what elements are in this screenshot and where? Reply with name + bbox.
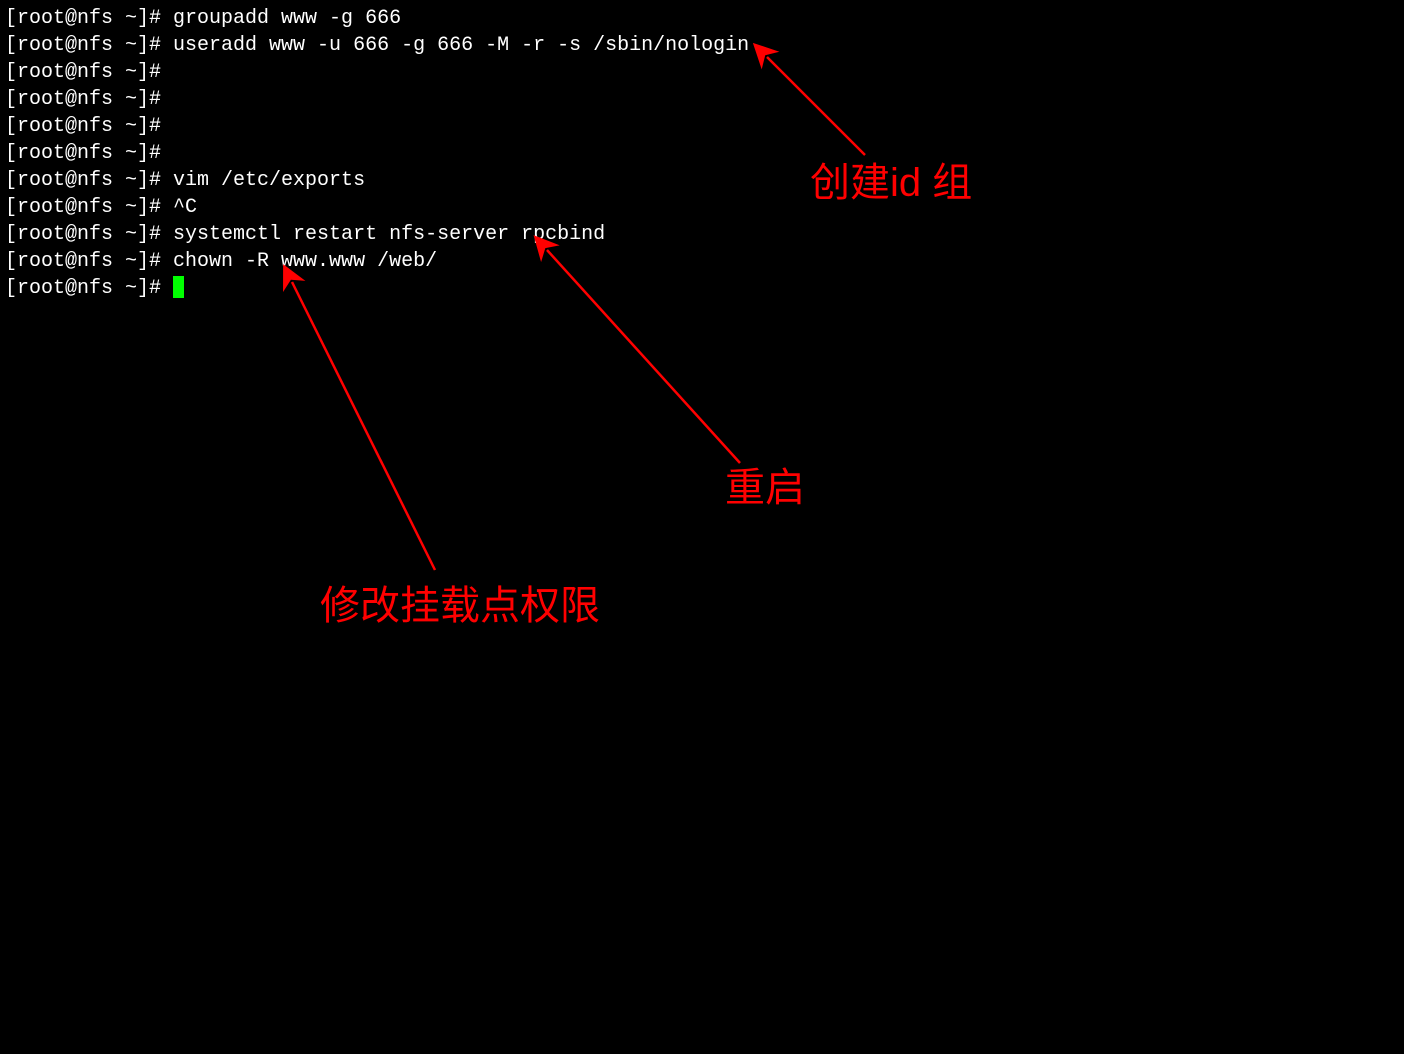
terminal-line: [root@nfs ~]# [5,59,1399,86]
shell-prompt: [root@nfs ~]# [5,88,161,111]
terminal-output[interactable]: [root@nfs ~]# groupadd www -g 666 [root@… [0,0,1404,307]
shell-command: ^C [161,196,197,219]
terminal-line: [root@nfs ~]# systemctl restart nfs-serv… [5,221,1399,248]
terminal-cursor [173,276,184,298]
shell-command: vim /etc/exports [161,169,365,192]
shell-command: useradd www -u 666 -g 666 -M -r -s /sbin… [161,34,749,57]
terminal-line: [root@nfs ~]# [5,113,1399,140]
shell-prompt: [root@nfs ~]# [5,115,161,138]
shell-command: groupadd www -g 666 [161,7,401,30]
shell-prompt: [root@nfs ~]# [5,34,161,57]
terminal-line: [root@nfs ~]# [5,86,1399,113]
shell-command [161,277,173,300]
arrow-icon [280,270,450,587]
shell-prompt: [root@nfs ~]# [5,7,161,30]
terminal-line: [root@nfs ~]# groupadd www -g 666 [5,5,1399,32]
terminal-line: [root@nfs ~]# [5,275,1399,302]
shell-prompt: [root@nfs ~]# [5,142,161,165]
shell-command: chown -R www.www /web/ [161,250,437,273]
shell-prompt: [root@nfs ~]# [5,169,161,192]
terminal-line: [root@nfs ~]# [5,140,1399,167]
terminal-line: [root@nfs ~]# ^C [5,194,1399,221]
annotation-modify-mount-permissions: 修改挂载点权限 [320,573,600,631]
terminal-line: [root@nfs ~]# useradd www -u 666 -g 666 … [5,32,1399,59]
terminal-line: [root@nfs ~]# vim /etc/exports [5,167,1399,194]
shell-command: systemctl restart nfs-server rpcbind [161,223,605,246]
shell-prompt: [root@nfs ~]# [5,61,161,84]
annotation-restart: 重启 [725,455,805,513]
shell-prompt: [root@nfs ~]# [5,277,161,300]
terminal-line: [root@nfs ~]# chown -R www.www /web/ [5,248,1399,275]
shell-prompt: [root@nfs ~]# [5,196,161,219]
shell-prompt: [root@nfs ~]# [5,250,161,273]
shell-prompt: [root@nfs ~]# [5,223,161,246]
